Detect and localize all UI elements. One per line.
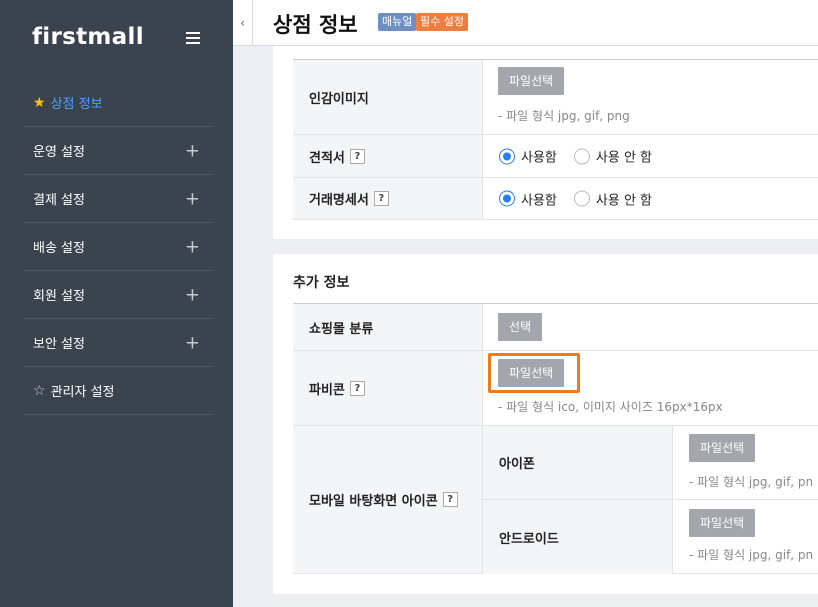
statement-use-radio[interactable] [499, 190, 515, 207]
sidebar-item-admin[interactable]: ☆ 관리자 설정 [23, 367, 213, 415]
help-icon[interactable]: ? [349, 380, 365, 396]
mall-category-label: 쇼핑몰 분류 [293, 304, 483, 350]
help-icon[interactable]: ? [349, 148, 365, 164]
additional-info-panel: 추가 정보 쇼핑몰 분류 선택 파비콘 ? 파일선택 - 파일 형식 ico, … [273, 254, 818, 594]
sidebar-item-label: 보안 설정 [33, 337, 85, 352]
plus-icon[interactable]: + [185, 188, 200, 209]
required-settings-badge[interactable]: 필수 설정 [416, 13, 468, 31]
sidebar-item-label: 배송 설정 [33, 241, 85, 256]
chevron-left-icon[interactable]: ‹ [233, 0, 253, 46]
sidebar-item-security[interactable]: 보안 설정 + [23, 319, 213, 367]
page-title: 상점 정보 [273, 13, 358, 37]
sidebar-item-label: 결제 설정 [33, 193, 85, 208]
star-filled-icon: ★ [33, 94, 46, 111]
plus-icon[interactable]: + [185, 140, 200, 161]
radio-label: 사용함 [521, 150, 557, 166]
iphone-label: 아이폰 [483, 426, 673, 499]
sidebar-item-operation[interactable]: 운영 설정 + [23, 127, 213, 175]
statement-radio-group: 사용함 사용 안 함 [499, 189, 669, 208]
radio-label: 사용 안 함 [595, 150, 652, 166]
android-subrow: 안드로이드 파일선택 - 파일 형식 jpg, gif, pn [483, 500, 818, 574]
basic-info-panel: 인감이미지 파일선택 - 파일 형식 jpg, gif, png 견적서 ? 사… [273, 46, 818, 239]
section-title: 추가 정보 [293, 275, 350, 291]
android-file-hint: - 파일 형식 jpg, gif, pn [689, 548, 814, 562]
sidebar-item-label: 관리자 설정 [50, 385, 115, 400]
statement-row: 거래명세서 ? 사용함 사용 안 함 [293, 178, 818, 220]
radio-label: 사용 안 함 [595, 193, 652, 208]
estimate-radio-group: 사용함 사용 안 함 [499, 147, 669, 166]
favicon-label: 파비콘 ? [293, 351, 483, 425]
estimate-label: 견적서 ? [293, 135, 483, 177]
favicon-file-select-button[interactable]: 파일선택 [498, 359, 565, 387]
iphone-file-select-button[interactable]: 파일선택 [689, 434, 756, 462]
sidebar-item-store-info[interactable]: ★ 상점 정보 [23, 79, 213, 127]
estimate-use-radio[interactable] [499, 148, 515, 164]
help-icon[interactable]: ? [373, 191, 389, 206]
android-file-select-button[interactable]: 파일선택 [689, 509, 756, 537]
estimate-row: 견적서 ? 사용함 사용 안 함 [293, 135, 818, 178]
category-select-button[interactable]: 선택 [498, 313, 543, 341]
android-label: 안드로이드 [483, 500, 673, 574]
sidebar-item-label: 회원 설정 [33, 289, 85, 304]
mobile-icon-row: 모바일 바탕화면 아이콘 ? 아이폰 파일선택 - 파일 형식 jpg, gif… [293, 426, 818, 574]
estimate-not-use-radio[interactable] [573, 148, 590, 164]
mall-category-row: 쇼핑몰 분류 선택 [293, 304, 818, 351]
sidebar-item-member[interactable]: 회원 설정 + [23, 271, 213, 319]
plus-icon[interactable]: + [185, 284, 200, 305]
iphone-subrow: 아이폰 파일선택 - 파일 형식 jpg, gif, pn [483, 426, 818, 500]
sidebar-item-label: 상점 정보 [50, 97, 103, 112]
seal-file-hint: - 파일 형식 jpg, gif, png [498, 109, 630, 123]
statement-label: 거래명세서 ? [293, 178, 483, 219]
star-outline-icon: ☆ [33, 382, 46, 399]
sidebar: firstmall ★ 상점 정보 운영 설정 + 결제 설정 + 배송 설정 … [0, 0, 233, 607]
plus-icon[interactable]: + [185, 332, 200, 353]
help-icon[interactable]: ? [442, 492, 458, 507]
favicon-file-hint: - 파일 형식 ico, 이미지 사이즈 16px*16px [498, 400, 723, 414]
sidebar-item-label: 운영 설정 [33, 145, 85, 160]
manual-badge[interactable]: 매뉴얼 [378, 13, 417, 31]
favicon-row: 파비콘 ? 파일선택 - 파일 형식 ico, 이미지 사이즈 16px*16p… [293, 351, 818, 426]
seal-image-row: 인감이미지 파일선택 - 파일 형식 jpg, gif, png [293, 60, 818, 135]
sidebar-nav: ★ 상점 정보 운영 설정 + 결제 설정 + 배송 설정 + 회원 설정 + … [23, 79, 213, 415]
header: ‹ 상점 정보 매뉴얼 필수 설정 [233, 0, 818, 46]
menu-icon[interactable] [186, 32, 200, 44]
plus-icon[interactable]: + [185, 236, 200, 257]
seal-file-select-button[interactable]: 파일선택 [498, 67, 565, 95]
statement-not-use-radio[interactable] [573, 190, 590, 207]
sidebar-item-shipping[interactable]: 배송 설정 + [23, 223, 213, 271]
mobile-icon-label: 모바일 바탕화면 아이콘 ? [293, 426, 483, 573]
seal-image-label: 인감이미지 [293, 60, 483, 134]
radio-label: 사용함 [521, 193, 557, 208]
logo[interactable]: firstmall [32, 24, 144, 50]
iphone-file-hint: - 파일 형식 jpg, gif, pn [689, 475, 814, 489]
sidebar-item-payment[interactable]: 결제 설정 + [23, 175, 213, 223]
